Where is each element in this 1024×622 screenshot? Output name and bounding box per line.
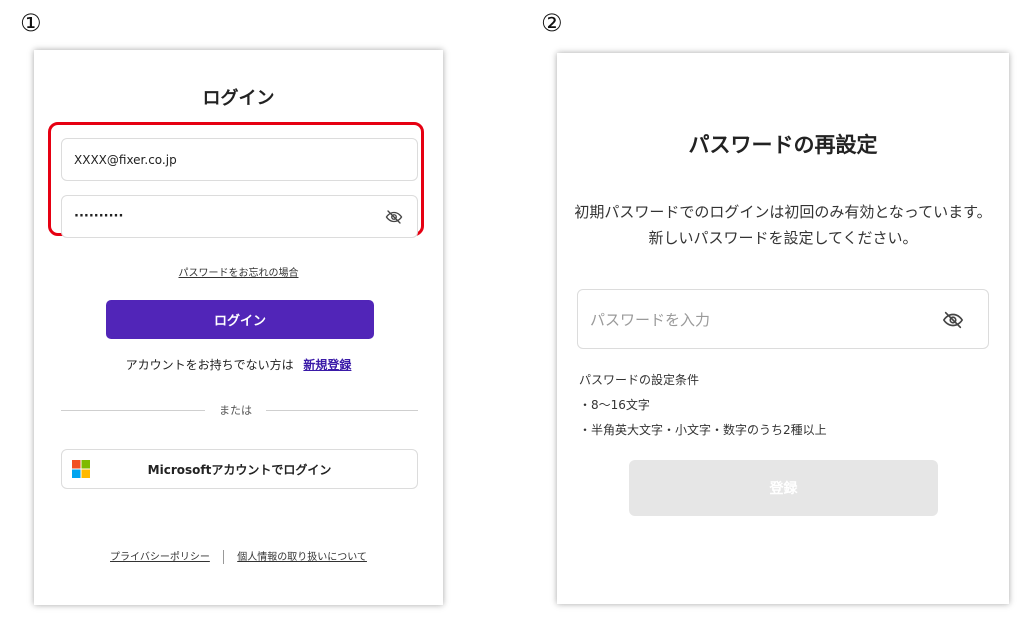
password-conditions-heading: パスワードの設定条件 <box>579 373 700 387</box>
eye-off-icon[interactable] <box>385 208 403 230</box>
step-number-2: ② <box>541 9 563 37</box>
privacy-policy-link[interactable]: プライバシーポリシー <box>110 552 210 563</box>
forgot-password-link[interactable]: パスワードをお忘れの場合 <box>34 264 443 279</box>
footer-separator <box>223 550 225 564</box>
password-field[interactable]: ·········· <box>61 195 418 238</box>
no-account-text: アカウントをお持ちでない方は <box>125 358 294 372</box>
footer-links: プライバシーポリシー 個人情報の取り扱いについて <box>34 548 443 564</box>
signup-row: アカウントをお持ちでない方は 新規登録 <box>34 356 443 373</box>
password-condition-item: ・半角英大文字・小文字・数字のうち2種以上 <box>579 423 827 437</box>
password-placeholder: パスワードを入力 <box>590 310 711 329</box>
divider-line-right <box>266 410 418 411</box>
personal-info-link[interactable]: 個人情報の取り扱いについて <box>237 552 367 563</box>
signup-link[interactable]: 新規登録 <box>303 358 351 372</box>
register-button[interactable]: 登録 <box>629 460 938 516</box>
login-panel: ログイン XXXX@fixer.co.jp ·········· パスワードをお… <box>34 50 443 605</box>
new-password-input[interactable]: パスワードを入力 <box>577 289 989 349</box>
divider-text: または <box>219 404 252 417</box>
email-field[interactable]: XXXX@fixer.co.jp <box>61 138 418 181</box>
password-value: ·········· <box>74 209 124 224</box>
reset-title: パスワードの再設定 <box>688 133 878 157</box>
microsoft-login-label: Microsoftアカウントでログイン <box>147 463 332 477</box>
password-reset-panel: パスワードの再設定 初期パスワードでのログインは初回のみ有効となっています。 新… <box>557 53 1009 604</box>
email-value: XXXX@fixer.co.jp <box>74 152 177 167</box>
login-title: ログイン <box>202 88 275 109</box>
divider-line-left <box>61 410 205 411</box>
reset-description-line1: 初期パスワードでのログインは初回のみ有効となっています。 <box>574 203 992 221</box>
login-button[interactable]: ログイン <box>106 300 374 339</box>
reset-description-line2: 新しいパスワードを設定してください。 <box>648 229 918 247</box>
password-condition-item: ・8～16文字 <box>579 398 650 412</box>
step-number-1: ① <box>20 9 42 37</box>
microsoft-login-button[interactable]: Microsoftアカウントでログイン <box>61 449 418 489</box>
eye-off-icon[interactable] <box>942 309 964 335</box>
